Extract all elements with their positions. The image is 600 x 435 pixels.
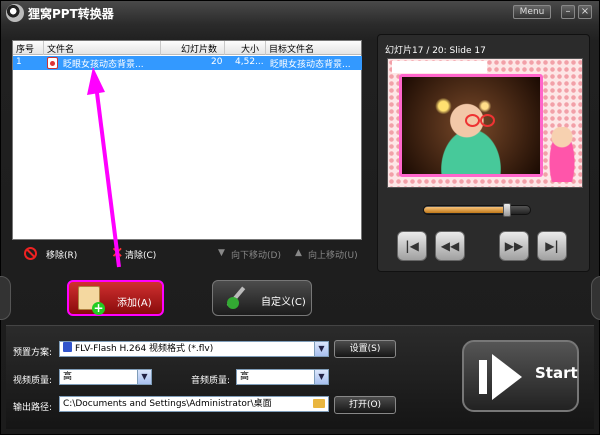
row-target: 眨眼女孩动态背景... <box>270 60 351 70</box>
previous-slide-button[interactable]: ◀◀ <box>435 231 465 261</box>
settings-button-label: 设置(S) <box>349 344 381 354</box>
fast-forward-icon: ▶▶ <box>504 239 524 253</box>
chevron-down-icon[interactable]: ▼ <box>137 370 151 384</box>
list-actions: 移除(R) 清除(C) ▼ 向下移动(D) ▲ 向上移动(U) <box>12 243 362 263</box>
open-button-label: 打开(O) <box>348 400 382 410</box>
ppt-file-icon <box>47 57 58 69</box>
file-list[interactable]: 序号 文件名 幻灯片数 大小 目标文件名 1 眨眼女孩动态背景... 20 4,… <box>12 40 362 240</box>
last-slide-button[interactable]: ▶| <box>537 231 567 261</box>
output-path-input[interactable]: C:\Documents and Settings\Administrator\… <box>59 396 329 412</box>
column-slides[interactable]: 幻灯片数 <box>181 42 217 55</box>
open-button[interactable]: 打开(O) <box>334 396 396 414</box>
start-bar-icon <box>479 360 487 394</box>
start-button[interactable]: Start <box>462 340 579 412</box>
window-title: 狸窝PPT转换器 <box>28 7 114 21</box>
settings-button[interactable]: 设置(S) <box>334 340 396 358</box>
move-down-button[interactable]: 向下移动(D) <box>231 248 281 261</box>
chevron-down-icon[interactable]: ▼ <box>314 370 328 384</box>
video-quality-value: 高 <box>63 372 73 382</box>
menu-button-label: Menu <box>519 7 545 17</box>
row-size: 4,52... <box>235 57 264 67</box>
clear-icon[interactable] <box>109 243 124 261</box>
skip-start-icon: |◀ <box>405 239 419 253</box>
chevron-down-icon[interactable]: ▼ <box>314 342 328 356</box>
audio-quality-value: 高 <box>240 372 250 382</box>
video-quality-select[interactable]: 高 ▼ <box>59 369 152 385</box>
video-quality-label: 视频质量: <box>13 376 53 386</box>
rewind-icon: ◀◀ <box>440 239 460 253</box>
row-filename: 眨眼女孩动态背景... <box>63 60 144 70</box>
slide-title-bar <box>392 61 487 73</box>
girl-photo <box>399 74 543 177</box>
add-file-icon <box>78 286 105 315</box>
clear-button[interactable]: 清除(C) <box>125 248 156 261</box>
column-separator[interactable] <box>265 41 266 55</box>
preset-label: 预置方案: <box>13 348 53 358</box>
title-bar: 狸窝PPT转换器 Menu – × <box>1 1 599 25</box>
preset-select[interactable]: FLV-Flash H.264 视频格式 (*.flv) ▼ <box>59 341 329 357</box>
next-slide-button[interactable]: ▶▶ <box>499 231 529 261</box>
tools-icon <box>223 285 249 311</box>
skip-end-icon: ▶| <box>545 239 559 253</box>
left-side-tab <box>0 276 11 320</box>
minimize-icon: – <box>565 6 571 17</box>
folder-icon[interactable] <box>313 399 325 408</box>
first-slide-button[interactable]: |◀ <box>397 231 427 261</box>
column-separator[interactable] <box>160 41 161 55</box>
slide-label: 幻灯片17 / 20: Slide 17 <box>385 46 486 56</box>
glasses-shape <box>465 114 495 127</box>
column-target[interactable]: 目标文件名 <box>269 42 314 55</box>
add-button-label: 添加(A) <box>117 298 152 309</box>
audio-quality-select[interactable]: 高 ▼ <box>236 369 329 385</box>
audio-quality-label: 音频质量: <box>191 376 231 386</box>
seek-progress <box>424 207 507 213</box>
close-icon: × <box>580 6 590 17</box>
column-separator[interactable] <box>43 41 44 55</box>
custom-button-label: 自定义(C) <box>261 297 306 308</box>
move-up-icon: ▲ <box>295 248 302 258</box>
row-slides: 20 <box>211 57 223 67</box>
output-path-value: C:\Documents and Settings\Administrator\… <box>63 399 272 409</box>
column-index[interactable]: 序号 <box>16 42 34 55</box>
app-logo-icon <box>6 4 24 22</box>
main-window: 狸窝PPT转换器 Menu – × 序号 文件名 幻灯片数 大小 目标文件名 1… <box>0 0 600 435</box>
file-list-header: 序号 文件名 幻灯片数 大小 目标文件名 <box>13 41 361 55</box>
preset-value: FLV-Flash H.264 视频格式 (*.flv) <box>75 344 214 354</box>
start-button-label: Start <box>535 364 578 382</box>
seek-slider[interactable] <box>423 203 531 217</box>
cartoon-girl <box>548 127 576 182</box>
move-down-icon: ▼ <box>218 248 225 258</box>
column-filename[interactable]: 文件名 <box>47 42 74 55</box>
flv-format-icon <box>63 342 72 352</box>
menu-button[interactable]: Menu <box>513 5 551 19</box>
close-button[interactable]: × <box>578 5 592 19</box>
table-row[interactable]: 1 眨眼女孩动态背景... 20 4,52... 眨眼女孩动态背景... <box>13 56 362 70</box>
column-size[interactable]: 大小 <box>241 42 259 55</box>
column-separator[interactable] <box>224 41 225 55</box>
remove-icon[interactable] <box>24 247 37 260</box>
minimize-button[interactable]: – <box>561 5 575 19</box>
play-arrow-icon <box>492 354 522 400</box>
custom-button[interactable]: 自定义(C) <box>212 280 312 316</box>
right-side-tab <box>591 276 600 320</box>
remove-button[interactable]: 移除(R) <box>46 248 77 261</box>
add-button[interactable]: 添加(A) <box>67 280 164 316</box>
playback-controls: |◀ ◀◀ ▶▶ ▶| <box>387 197 583 267</box>
move-up-button[interactable]: 向上移动(U) <box>308 248 358 261</box>
seek-thumb[interactable] <box>502 203 511 217</box>
output-path-label: 输出路径: <box>13 403 53 413</box>
slide-preview <box>387 58 583 188</box>
row-index: 1 <box>16 57 22 67</box>
